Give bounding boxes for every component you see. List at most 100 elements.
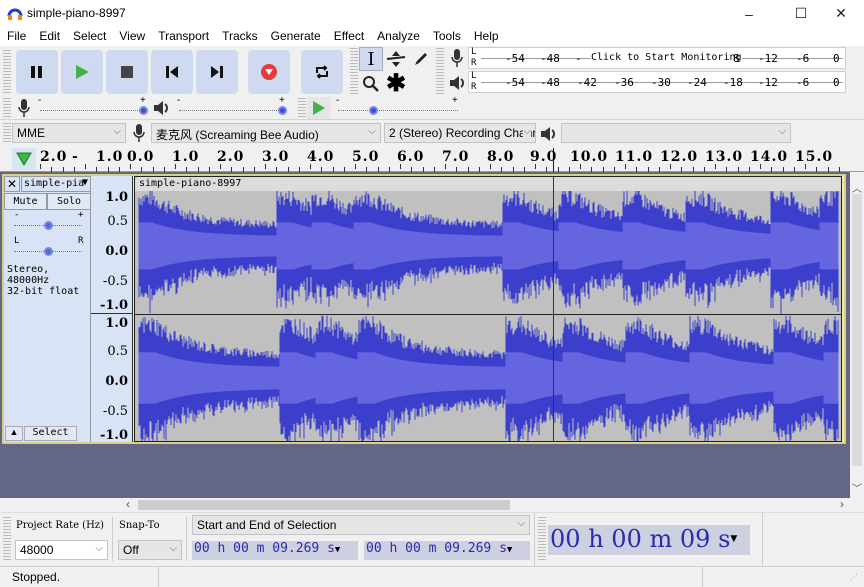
meter-toolbar-grip[interactable] bbox=[436, 48, 444, 96]
transport-toolbar-grip[interactable] bbox=[3, 50, 11, 94]
scroll-right-icon[interactable]: › bbox=[840, 497, 844, 511]
selection-toolbar-grip[interactable] bbox=[3, 517, 11, 561]
envelope-tool-button[interactable] bbox=[384, 47, 408, 71]
play-at-speed-toolbar-grip[interactable] bbox=[298, 98, 306, 118]
menu-edit[interactable]: Edit bbox=[39, 27, 60, 46]
chevron-down-icon: ⌵ bbox=[95, 543, 103, 554]
pause-button[interactable] bbox=[16, 50, 58, 94]
scroll-down-icon[interactable]: ﹀ bbox=[852, 480, 862, 495]
selection-mode-select[interactable]: Start and End of Selection ⌵ bbox=[192, 515, 530, 535]
track-format: Stereo, 48000Hz bbox=[7, 264, 50, 286]
play-button[interactable] bbox=[61, 50, 103, 94]
play-speed-slider[interactable]: - + bbox=[336, 95, 460, 117]
skip-to-start-button[interactable] bbox=[151, 50, 193, 94]
project-rate-value: 48000 bbox=[20, 543, 54, 557]
waveform-display[interactable]: simple-piano-8997 bbox=[134, 176, 842, 442]
chevron-down-icon: ⌵ bbox=[113, 126, 121, 137]
mute-button[interactable]: Mute bbox=[4, 193, 47, 210]
selection-start-time[interactable]: 00 h 00 m 09.269 s▼ bbox=[192, 541, 358, 560]
play-at-speed-button[interactable] bbox=[307, 97, 331, 119]
gain-knob[interactable] bbox=[44, 221, 53, 230]
time-display[interactable]: 00 h 00 m 09 s▼ bbox=[548, 525, 750, 555]
ruler-minor-tick bbox=[490, 164, 491, 169]
draw-tool-button[interactable] bbox=[409, 47, 433, 71]
track-panel: ✕ simple-pia ▼ Mute Solo - + L R Stereo, … bbox=[0, 172, 850, 498]
audio-host-select[interactable]: MME ⌵ bbox=[12, 123, 126, 143]
recording-device-select[interactable]: 麦克风 (Screaming Bee Audio) ⌵ bbox=[151, 123, 381, 143]
menu-select[interactable]: Select bbox=[73, 27, 106, 46]
recording-volume-slider[interactable]: - + bbox=[38, 95, 150, 117]
toolbar-area: I ✱ L R -54 -48 - Click to Start Monitor… bbox=[0, 46, 864, 120]
chevron-down-icon: ⌵ bbox=[169, 543, 177, 554]
track-name-menu[interactable]: simple-pia ▼ bbox=[21, 176, 91, 192]
recording-volume-knob[interactable] bbox=[139, 106, 148, 115]
multi-tool-button[interactable]: ✱ bbox=[384, 72, 408, 96]
record-meter[interactable]: L R -54 -48 - Click to Start Monitoring … bbox=[468, 47, 846, 69]
pan-slider[interactable]: L R bbox=[12, 236, 84, 258]
playback-device-select[interactable]: ⌵ bbox=[561, 123, 791, 143]
menu-bar: File Edit Select View Transport Tracks G… bbox=[0, 27, 864, 46]
select-track-button[interactable]: Select bbox=[24, 426, 77, 441]
playback-volume-slider[interactable]: - + bbox=[177, 95, 289, 117]
selection-end-time[interactable]: 00 h 00 m 09.269 s▼ bbox=[364, 541, 530, 560]
play-speed-knob[interactable] bbox=[368, 106, 378, 115]
meter-tick: -42 bbox=[577, 76, 597, 89]
solo-button[interactable]: Solo bbox=[47, 193, 91, 210]
gain-slider[interactable]: - + bbox=[12, 210, 84, 232]
minutes-value: 00 bbox=[405, 541, 421, 556]
menu-help[interactable]: Help bbox=[474, 27, 499, 46]
minimize-button[interactable]: – bbox=[726, 0, 772, 27]
caret-down-icon[interactable]: ▼ bbox=[507, 545, 512, 555]
record-meter-button[interactable] bbox=[445, 46, 469, 70]
menu-view[interactable]: View bbox=[119, 27, 145, 46]
ruler-tick-label: 14.0 bbox=[750, 149, 789, 165]
clip-header[interactable]: simple-piano-8997 bbox=[135, 177, 841, 191]
close-button[interactable]: ✕ bbox=[818, 0, 864, 27]
ruler-minor-tick bbox=[265, 164, 266, 169]
menu-effect[interactable]: Effect bbox=[334, 27, 364, 46]
menu-tools[interactable]: Tools bbox=[433, 27, 461, 46]
mixer-toolbar-grip[interactable] bbox=[3, 98, 11, 118]
horizontal-scrollbar[interactable]: ‹ › bbox=[0, 497, 850, 512]
scroll-left-icon[interactable]: ‹ bbox=[126, 497, 130, 511]
speaker-icon bbox=[450, 76, 464, 90]
scroll-up-icon[interactable]: ︿ bbox=[852, 180, 862, 195]
maximize-icon: ☐ bbox=[794, 5, 808, 21]
record-button[interactable] bbox=[248, 50, 290, 94]
collapse-track-button[interactable]: ▲ bbox=[5, 426, 23, 441]
resize-grip-icon[interactable]: ⋰ bbox=[850, 573, 858, 582]
pan-knob[interactable] bbox=[44, 247, 53, 256]
playback-volume-knob[interactable] bbox=[278, 106, 287, 115]
stop-button[interactable] bbox=[106, 50, 148, 94]
snap-to-select[interactable]: Off ⌵ bbox=[118, 540, 182, 560]
menu-file[interactable]: File bbox=[7, 27, 26, 46]
menu-transport[interactable]: Transport bbox=[158, 27, 209, 46]
device-toolbar-grip[interactable] bbox=[3, 123, 11, 143]
vertical-scrollbar[interactable]: ︿ ﹀ bbox=[850, 172, 864, 498]
zoom-tool-button[interactable] bbox=[359, 72, 383, 96]
timeline-ruler[interactable]: 2.0-1.0 0.0 1.0 2.0 3.0 4.0 5.0 6.0 7.0 8.0 9.0 10.… bbox=[0, 146, 864, 172]
menu-analyze[interactable]: Analyze bbox=[377, 27, 420, 46]
vertical-scroll-thumb[interactable] bbox=[852, 194, 862, 466]
skip-to-end-button[interactable] bbox=[196, 50, 238, 94]
project-rate-select[interactable]: 48000 ⌵ bbox=[15, 540, 108, 560]
menu-tracks[interactable]: Tracks bbox=[222, 27, 258, 46]
stop-icon bbox=[121, 66, 133, 78]
pinned-play-head-button[interactable] bbox=[12, 148, 36, 170]
tools-toolbar-grip[interactable] bbox=[350, 48, 358, 96]
menu-generate[interactable]: Generate bbox=[271, 27, 321, 46]
caret-down-icon[interactable]: ▼ bbox=[335, 545, 340, 555]
playback-meter-button[interactable] bbox=[445, 71, 469, 95]
caret-down-icon[interactable]: ▼ bbox=[730, 534, 737, 544]
loop-button[interactable] bbox=[301, 50, 343, 94]
playback-meter[interactable]: L R -54 -48 -42 -36 -30 -24 -18 -12 -6 0 bbox=[468, 71, 846, 93]
chevron-down-icon: ⌵ bbox=[778, 126, 786, 137]
recording-channels-select[interactable]: 2 (Stereo) Recording Chann ⌵ bbox=[384, 123, 536, 143]
close-track-button[interactable]: ✕ bbox=[4, 176, 20, 192]
start-monitoring-label[interactable]: Click to Start Monitoring bbox=[591, 52, 742, 63]
horizontal-scroll-thumb[interactable] bbox=[138, 500, 510, 510]
vertical-scale[interactable]: 1.0 0.5 0.0 -0.5 -1.0 1.0 0.5 0.0 -0.5 -… bbox=[91, 176, 133, 443]
time-toolbar-grip[interactable] bbox=[538, 517, 546, 561]
i-beam-icon: I bbox=[367, 48, 375, 70]
selection-tool-button[interactable]: I bbox=[359, 47, 383, 71]
